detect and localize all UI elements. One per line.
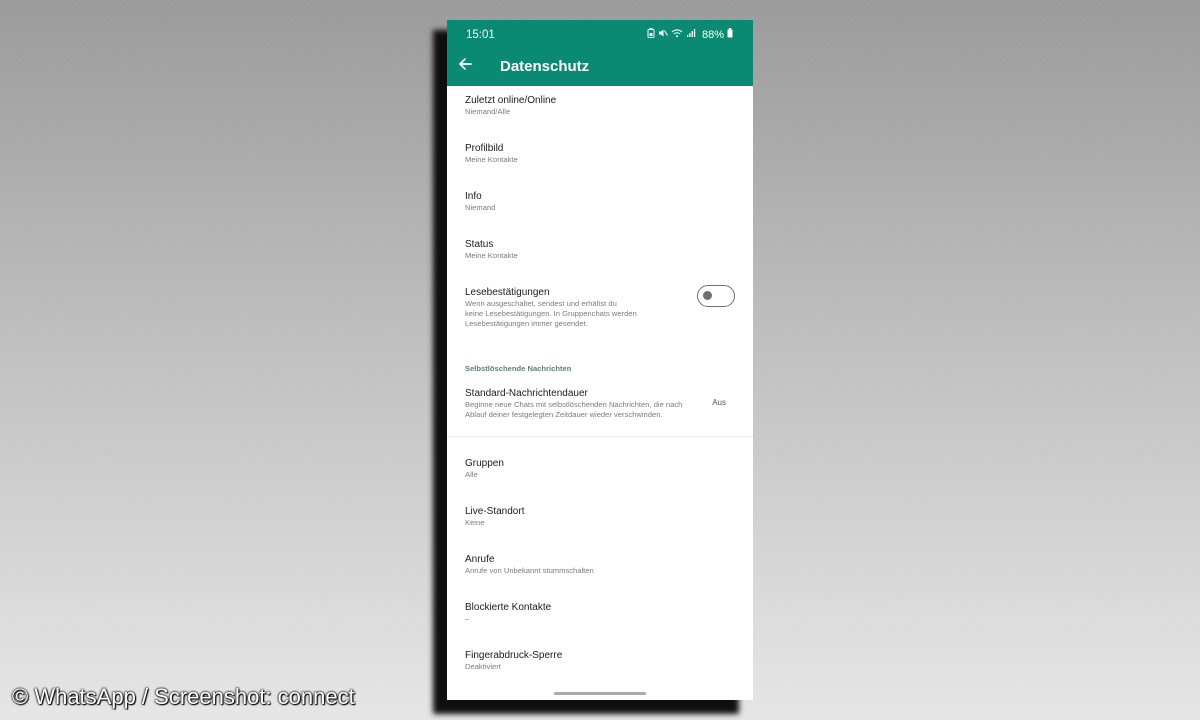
status-icons: 88% — [647, 28, 733, 41]
setting-value: Anrufe von Unbekannt stummschalten — [465, 566, 594, 575]
battery-icon — [727, 28, 733, 41]
mute-icon — [658, 28, 668, 41]
toggle-knob — [703, 291, 712, 300]
setting-description-line: Lesebestätigungen immer gesendet. — [465, 319, 588, 328]
setting-description-line: keine Lesebestätigungen. In Gruppenchats… — [465, 309, 637, 318]
gesture-nav-bar[interactable] — [554, 692, 646, 695]
setting-title: Live-Standort — [465, 506, 525, 517]
battery-percent: 88% — [701, 28, 724, 41]
setting-title: Info — [465, 191, 482, 202]
setting-value: Alle — [465, 470, 478, 479]
setting-info[interactable]: Info Niemand — [465, 190, 735, 213]
setting-title: Standard-Nachrichtendauer — [465, 388, 588, 399]
app-bar: Datenschutz — [447, 50, 753, 86]
read-receipts-toggle[interactable] — [697, 285, 735, 307]
setting-status[interactable]: Status Meine Kontakte — [465, 238, 735, 261]
setting-value: Meine Kontakte — [465, 155, 518, 164]
status-time: 15:01 — [466, 29, 495, 41]
setting-blocked-contacts[interactable]: Blockierte Kontakte – — [465, 601, 735, 624]
setting-calls[interactable]: Anrufe Anrufe von Unbekannt stummschalte… — [465, 553, 735, 576]
setting-description-line: Wenn ausgeschaltet, sendest und erhältst… — [465, 299, 617, 308]
phone-screen: 15:01 88% Datenschutz Zuletzt online/Onl… — [447, 20, 753, 700]
setting-fingerprint-lock[interactable]: Fingerabdruck-Sperre Deaktiviert — [465, 649, 735, 672]
setting-last-seen[interactable]: Zuletzt online/Online Niemand/Alle — [465, 94, 735, 117]
setting-title: Zuletzt online/Online — [465, 95, 557, 106]
setting-default-message-timer[interactable]: Standard-Nachrichtendauer Beginne neue C… — [465, 387, 703, 420]
section-header-disappearing: Selbstlöschende Nachrichten — [465, 364, 572, 373]
setting-profile-photo[interactable]: Profilbild Meine Kontakte — [465, 142, 735, 165]
setting-title: Profilbild — [465, 143, 504, 154]
setting-value: Keine — [465, 518, 485, 527]
page-title: Datenschutz — [500, 58, 590, 75]
setting-value: Deaktiviert — [465, 662, 501, 671]
setting-groups[interactable]: Gruppen Alle — [465, 457, 735, 480]
setting-title: Status — [465, 239, 494, 250]
setting-description-line: Beginne neue Chats mit selbstlöschenden … — [465, 400, 683, 409]
setting-value: Niemand/Alle — [465, 107, 511, 116]
setting-value: Niemand — [465, 203, 496, 212]
setting-value: – — [465, 614, 470, 623]
setting-title: Fingerabdruck-Sperre — [465, 650, 563, 661]
divider — [447, 436, 753, 437]
status-bar: 15:01 88% — [447, 20, 753, 50]
setting-live-location[interactable]: Live-Standort Keine — [465, 505, 735, 528]
setting-read-receipts[interactable]: Lesebestätigungen Wenn ausgeschaltet, se… — [465, 286, 653, 329]
setting-title: Gruppen — [465, 458, 504, 469]
battery-saver-icon — [647, 28, 655, 41]
setting-title: Lesebestätigungen — [465, 287, 550, 298]
setting-title: Blockierte Kontakte — [465, 602, 552, 613]
wifi-icon — [671, 28, 683, 41]
setting-value: Meine Kontakte — [465, 251, 518, 260]
arrow-left-icon[interactable] — [457, 56, 473, 76]
image-credit: © WhatsApp / Screenshot: connect — [12, 684, 355, 709]
setting-title: Anrufe — [465, 554, 495, 565]
setting-description-line: Ablauf deiner festgelegten Zeitdauer wie… — [465, 410, 663, 419]
signal-icon — [686, 28, 696, 41]
default-message-timer-value: Aus — [712, 398, 726, 407]
